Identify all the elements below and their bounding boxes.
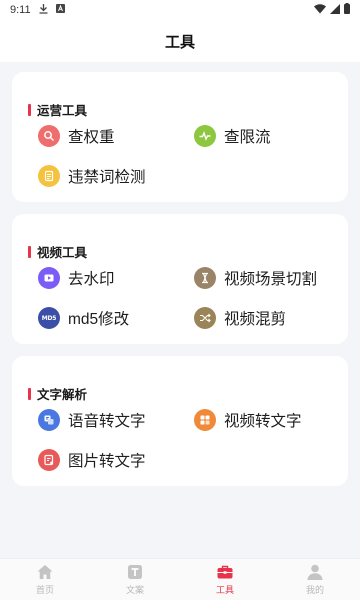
signal-icon bbox=[330, 3, 340, 17]
tab-home[interactable]: 首页 bbox=[0, 559, 90, 600]
tool-md5-modify[interactable]: MD5 md5修改 bbox=[38, 307, 129, 329]
tool-label: 去水印 bbox=[68, 271, 115, 288]
tool-label: 查权重 bbox=[68, 129, 115, 146]
page-header: 工具 bbox=[0, 22, 360, 60]
tool-video-to-text[interactable]: 视频转文字 bbox=[194, 409, 302, 431]
tool-label: 图片转文字 bbox=[68, 453, 146, 470]
a-icon bbox=[55, 4, 65, 16]
download-icon bbox=[39, 3, 48, 17]
status-time: 9:11 bbox=[10, 4, 31, 16]
page-title: 工具 bbox=[164, 33, 195, 51]
battery-icon bbox=[344, 3, 350, 17]
document-icon bbox=[38, 165, 60, 187]
section-title: 文字解析 bbox=[28, 384, 87, 403]
wifi-icon bbox=[314, 3, 326, 17]
status-right bbox=[314, 3, 350, 17]
section-text-parse: 文字解析 语音转文字 视频转文字 图片转文字 bbox=[12, 356, 348, 486]
text-icon bbox=[126, 563, 144, 581]
toolbox-icon bbox=[216, 563, 234, 581]
tools-content: 运营工具 查权重 查限流 违禁词检测 视频工具 去水印 视频场景切割 MD5 m… bbox=[0, 62, 360, 558]
section-accent-bar bbox=[28, 103, 31, 116]
speech-text-icon bbox=[38, 409, 60, 431]
tab-label: 工具 bbox=[215, 585, 234, 595]
tab-tools[interactable]: 工具 bbox=[180, 559, 270, 600]
tab-mine[interactable]: 我的 bbox=[270, 559, 360, 600]
tool-banned-words[interactable]: 违禁词检测 bbox=[38, 165, 146, 187]
section-title-text: 文字解析 bbox=[37, 388, 88, 402]
section-title-text: 运营工具 bbox=[37, 104, 88, 118]
tool-label: 视频混剪 bbox=[224, 311, 287, 328]
play-icon bbox=[38, 267, 60, 289]
bottom-tab-bar: 首页 文案 工具 我的 bbox=[0, 558, 360, 600]
tool-label: 视频场景切割 bbox=[224, 271, 318, 288]
tool-remove-watermark[interactable]: 去水印 bbox=[38, 267, 115, 289]
tool-label: 查限流 bbox=[224, 129, 271, 146]
tool-label: 语音转文字 bbox=[68, 413, 146, 430]
section-title: 运营工具 bbox=[28, 100, 87, 119]
md5-badge-text: MD5 bbox=[41, 314, 57, 322]
tab-label: 文案 bbox=[125, 585, 144, 595]
home-icon bbox=[36, 563, 54, 581]
tool-label: 违禁词检测 bbox=[68, 169, 146, 186]
tab-copywriting[interactable]: 文案 bbox=[90, 559, 180, 600]
pulse-icon bbox=[194, 125, 216, 147]
tool-image-to-text[interactable]: 图片转文字 bbox=[38, 449, 146, 471]
shuffle-icon bbox=[194, 307, 216, 329]
tool-label: 视频转文字 bbox=[224, 413, 302, 430]
status-bar: 9:11 bbox=[0, 0, 360, 20]
tool-label: md5修改 bbox=[68, 311, 130, 328]
section-ops-tools: 运营工具 查权重 查限流 违禁词检测 bbox=[12, 72, 348, 202]
tool-check-weight[interactable]: 查权重 bbox=[38, 125, 115, 147]
section-accent-bar bbox=[28, 387, 31, 400]
tab-label: 首页 bbox=[35, 585, 54, 595]
user-icon bbox=[306, 563, 324, 581]
section-video-tools: 视频工具 去水印 视频场景切割 MD5 md5修改 视频混剪 bbox=[12, 214, 348, 344]
section-title: 视频工具 bbox=[28, 242, 87, 261]
section-accent-bar bbox=[28, 245, 31, 258]
image-text-icon bbox=[38, 449, 60, 471]
tool-scene-cut[interactable]: 视频场景切割 bbox=[194, 267, 317, 289]
section-title-text: 视频工具 bbox=[37, 246, 88, 260]
split-icon bbox=[194, 267, 216, 289]
md5-icon: MD5 bbox=[38, 307, 60, 329]
search-icon bbox=[38, 125, 60, 147]
video-text-icon bbox=[194, 409, 216, 431]
tab-label: 我的 bbox=[305, 585, 324, 595]
tool-speech-to-text[interactable]: 语音转文字 bbox=[38, 409, 146, 431]
tool-check-limit[interactable]: 查限流 bbox=[194, 125, 271, 147]
tool-video-mix[interactable]: 视频混剪 bbox=[194, 307, 286, 329]
